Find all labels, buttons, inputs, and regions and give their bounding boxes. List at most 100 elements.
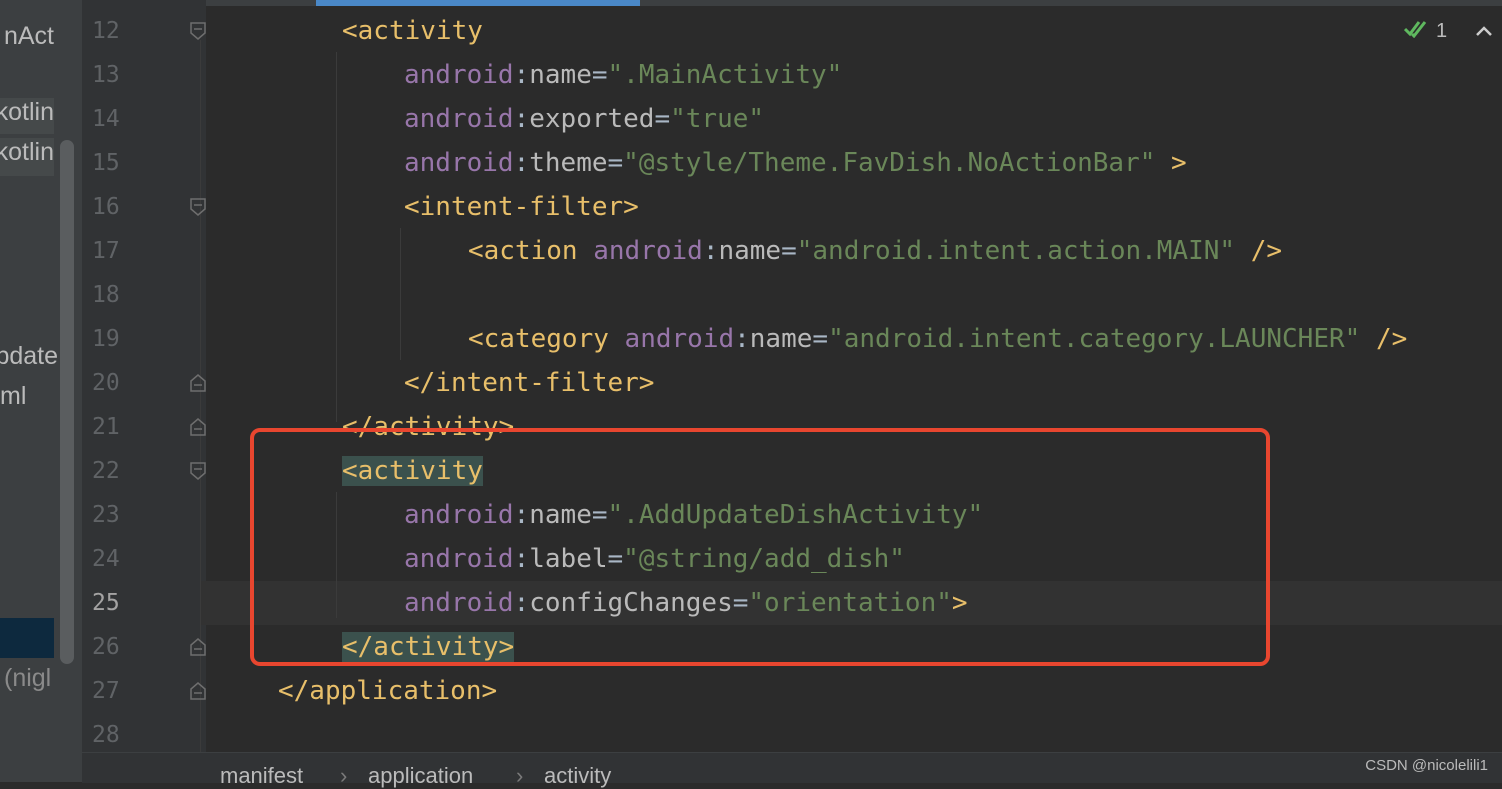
fold-open-icon[interactable] bbox=[190, 462, 206, 480]
line-number: 23 bbox=[92, 502, 120, 528]
project-panel-scrollbar[interactable] bbox=[60, 140, 74, 664]
project-tree-selected-row[interactable] bbox=[0, 618, 54, 658]
fold-close-icon[interactable] bbox=[190, 682, 206, 700]
code-line[interactable]: android:theme="@style/Theme.FavDish.NoAc… bbox=[404, 145, 1187, 181]
code-token: : bbox=[734, 324, 750, 354]
breadcrumb-separator-icon: › bbox=[516, 763, 524, 788]
line-number: 17 bbox=[92, 238, 120, 264]
code-token: name bbox=[529, 60, 592, 90]
code-token: = bbox=[607, 544, 624, 574]
fold-open-icon[interactable] bbox=[190, 22, 206, 40]
project-tree-label: (nigl bbox=[4, 664, 52, 692]
code-token: android bbox=[624, 324, 735, 354]
code-token: </activity> bbox=[342, 412, 515, 442]
line-number: 20 bbox=[92, 370, 120, 396]
code-line[interactable]: <intent-filter> bbox=[404, 189, 639, 225]
fold-close-icon[interactable] bbox=[190, 418, 206, 436]
code-token: theme bbox=[529, 148, 608, 178]
project-tree-label: ml bbox=[0, 382, 27, 410]
code-token: </intent-filter> bbox=[404, 368, 655, 398]
breadcrumb-item-manifest[interactable]: manifest bbox=[220, 763, 303, 789]
code-token: : bbox=[513, 544, 530, 574]
code-line[interactable]: </activity> bbox=[342, 409, 514, 445]
code-token: : bbox=[513, 588, 530, 618]
code-line[interactable]: <category android:name="android.intent.c… bbox=[468, 321, 1407, 357]
code-token: : bbox=[702, 236, 719, 266]
inspection-count: 1 bbox=[1436, 19, 1448, 42]
code-token: "android.intent.category.LAUNCHER" bbox=[828, 324, 1361, 354]
code-token: android bbox=[593, 236, 703, 266]
indent-guide bbox=[336, 492, 337, 618]
fold-close-icon[interactable] bbox=[190, 374, 206, 392]
code-line[interactable]: android:name=".AddUpdateDishActivity" bbox=[404, 497, 983, 533]
code-token: > bbox=[951, 588, 968, 618]
code-token: name bbox=[718, 236, 782, 266]
code-token: name bbox=[749, 324, 813, 354]
code-token: <intent-filter> bbox=[404, 192, 639, 222]
inspection-widget[interactable]: 1 bbox=[1403, 18, 1493, 44]
code-line[interactable]: android:exported="true" bbox=[404, 101, 764, 137]
tab-strip bbox=[82, 0, 1502, 6]
code-line[interactable]: <activity bbox=[342, 453, 483, 489]
code-line[interactable]: <action android:name="android.intent.act… bbox=[468, 233, 1282, 269]
project-tree-item[interactable]: (nigl bbox=[0, 664, 82, 698]
code-token: = bbox=[732, 588, 749, 618]
code-editor[interactable]: 1 12 <activity 13 android:name=".MainActivi… bbox=[82, 0, 1502, 752]
code-line[interactable]: android:label="@string/add_dish" bbox=[404, 541, 905, 577]
project-tree-item[interactable]: nAct bbox=[0, 22, 82, 56]
project-panel: nAct kotlin kotlin pdate ml (nigl bbox=[0, 0, 82, 782]
code-line[interactable]: </intent-filter> bbox=[404, 365, 654, 401]
code-token: > bbox=[1171, 148, 1187, 178]
active-tab-indicator[interactable] bbox=[316, 0, 640, 6]
project-tree-item[interactable]: kotlin bbox=[0, 138, 54, 176]
line-number: 14 bbox=[92, 106, 120, 132]
code-token: <action bbox=[468, 236, 594, 266]
code-token: = bbox=[781, 236, 797, 266]
code-line[interactable]: </application> bbox=[278, 673, 497, 709]
breadcrumb-item-application[interactable]: application bbox=[368, 763, 473, 789]
code-token: = bbox=[812, 324, 829, 354]
code-token: /> bbox=[1375, 324, 1408, 354]
fold-open-icon[interactable] bbox=[190, 198, 206, 216]
project-tree-label: nAct bbox=[3, 22, 54, 50]
code-token: : bbox=[513, 500, 530, 530]
project-tree-item[interactable]: kotlin bbox=[0, 98, 54, 134]
line-number: 24 bbox=[92, 546, 120, 572]
code-token: <activity bbox=[342, 16, 483, 46]
line-number: 12 bbox=[92, 18, 120, 44]
code-token: = bbox=[591, 60, 608, 90]
fold-close-icon[interactable] bbox=[190, 638, 206, 656]
indent-guide bbox=[336, 52, 337, 422]
indent-guide bbox=[400, 228, 401, 360]
code-line[interactable]: <activity bbox=[342, 13, 483, 49]
line-number: 18 bbox=[92, 282, 120, 308]
code-line[interactable]: android:name=".MainActivity" bbox=[404, 57, 842, 93]
code-token: = bbox=[591, 500, 608, 530]
project-tree-label: kotlin bbox=[0, 138, 54, 166]
code-line[interactable]: </activity> bbox=[342, 629, 515, 665]
code-token: = bbox=[654, 104, 671, 134]
line-number: 13 bbox=[92, 62, 120, 88]
line-number: 19 bbox=[92, 326, 120, 352]
code-token: android bbox=[404, 148, 514, 178]
code-token: android bbox=[404, 104, 514, 134]
code-token: ".AddUpdateDishActivity" bbox=[607, 500, 984, 530]
code-token: "orientation" bbox=[748, 588, 952, 618]
code-token: : bbox=[513, 104, 530, 134]
code-token: name bbox=[529, 500, 592, 530]
project-panel-footer bbox=[0, 752, 82, 782]
code-line[interactable]: android:configChanges="orientation"> bbox=[404, 585, 968, 621]
line-number: 25 bbox=[92, 590, 120, 616]
breadcrumb-item-activity[interactable]: activity bbox=[544, 763, 611, 789]
code-token: configChanges bbox=[529, 588, 733, 618]
code-token: android bbox=[404, 544, 514, 574]
code-token: : bbox=[513, 60, 530, 90]
code-token: label bbox=[529, 544, 608, 574]
chevron-up-icon[interactable] bbox=[1475, 20, 1493, 43]
code-token: <activity bbox=[342, 456, 483, 486]
code-token: = bbox=[607, 148, 624, 178]
line-number: 16 bbox=[92, 194, 120, 220]
code-token: "@string/add_dish" bbox=[623, 544, 905, 574]
